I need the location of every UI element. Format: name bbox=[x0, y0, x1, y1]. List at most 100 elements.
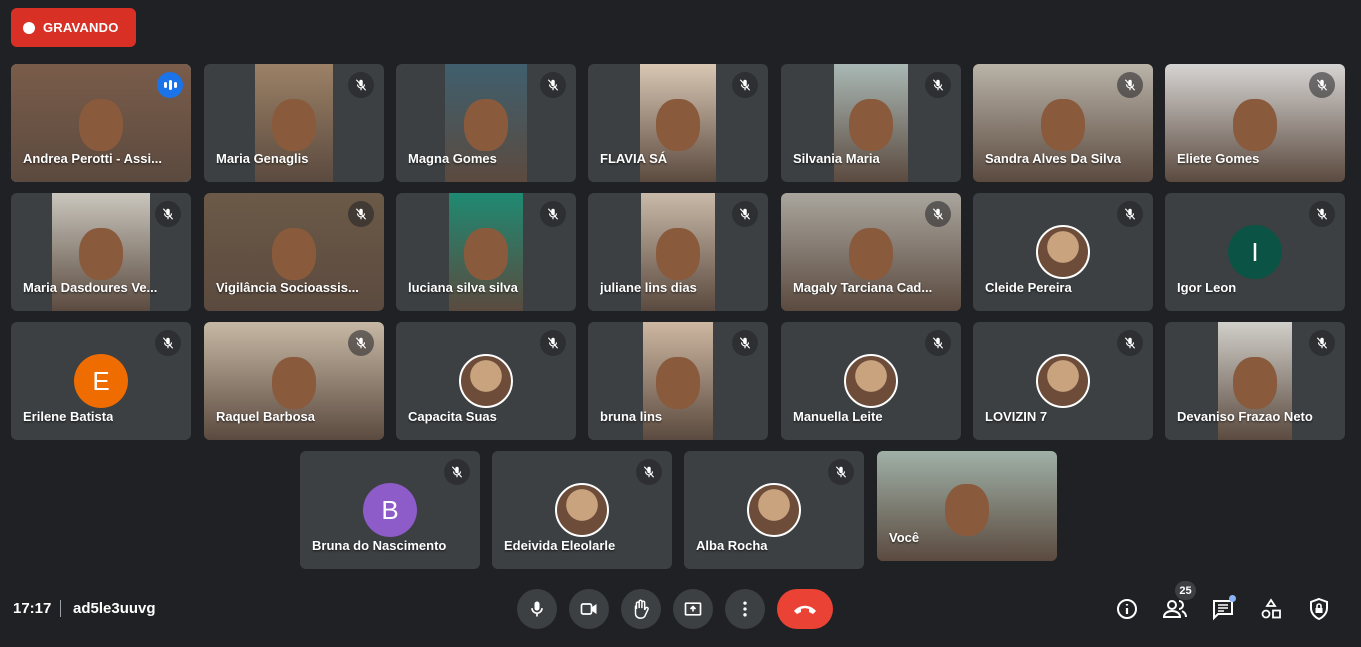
participant-name: Devaniso Frazao Neto bbox=[1177, 409, 1313, 424]
mic-off-icon bbox=[925, 201, 951, 227]
mic-off-icon bbox=[1117, 72, 1143, 98]
participant-tile[interactable]: bruna lins bbox=[588, 322, 768, 440]
recording-indicator: GRAVANDO bbox=[11, 8, 136, 47]
participant-name: Vigilância Socioassis... bbox=[216, 280, 359, 295]
participant-tile[interactable]: Magna Gomes bbox=[396, 64, 576, 182]
participant-tile[interactable]: LOVIZIN 7 bbox=[973, 322, 1153, 440]
person-silhouette bbox=[656, 99, 700, 152]
participant-name: Erilene Batista bbox=[23, 409, 114, 424]
participant-name: Raquel Barbosa bbox=[216, 409, 315, 424]
participant-name: bruna lins bbox=[600, 409, 663, 424]
participant-tile[interactable]: Vigilância Socioassis... bbox=[204, 193, 384, 311]
participant-name: Magaly Tarciana Cad... bbox=[793, 280, 933, 295]
recording-dot-icon bbox=[23, 21, 35, 34]
present-button[interactable] bbox=[673, 589, 713, 629]
participant-tile[interactable]: Alba Rocha bbox=[684, 451, 864, 569]
mic-off-icon bbox=[155, 201, 181, 227]
shapes-icon bbox=[1261, 598, 1281, 619]
avatar bbox=[555, 483, 609, 537]
mic-off-icon bbox=[732, 72, 758, 98]
participant-tile[interactable]: Eliete Gomes bbox=[1165, 64, 1345, 182]
participant-name: Sandra Alves Da Silva bbox=[985, 151, 1122, 166]
participant-name: Maria Dasdoures Ve... bbox=[23, 280, 158, 295]
participant-tile[interactable]: Maria Dasdoures Ve... bbox=[11, 193, 191, 311]
participant-name: Manuella Leite bbox=[793, 409, 883, 424]
participant-name: LOVIZIN 7 bbox=[985, 409, 1048, 424]
raise-hand-button[interactable] bbox=[621, 589, 661, 629]
leave-call-button[interactable] bbox=[777, 589, 833, 629]
meeting-details-button[interactable] bbox=[1112, 594, 1142, 624]
avatar bbox=[459, 354, 513, 408]
mic-off-icon bbox=[828, 459, 854, 485]
mic-off-icon bbox=[1309, 201, 1335, 227]
mic-off-icon bbox=[925, 72, 951, 98]
avatar bbox=[1036, 354, 1090, 408]
host-controls-button[interactable] bbox=[1304, 594, 1334, 624]
participant-tile[interactable]: Andrea Perotti - Assi... bbox=[11, 64, 191, 182]
participant-name: Edeivida Eleolarle bbox=[504, 538, 616, 553]
participant-name: Alba Rocha bbox=[696, 538, 768, 553]
participant-tile[interactable]: Capacita Suas bbox=[396, 322, 576, 440]
participant-tile[interactable]: I Igor Leon bbox=[1165, 193, 1345, 311]
avatar bbox=[844, 354, 898, 408]
participant-tile[interactable]: Magaly Tarciana Cad... bbox=[781, 193, 961, 311]
participant-tile[interactable]: luciana silva silva bbox=[396, 193, 576, 311]
camera-icon bbox=[580, 603, 597, 615]
avatar: E bbox=[74, 354, 128, 408]
avatar: I bbox=[1228, 225, 1282, 279]
participant-tile[interactable]: Devaniso Frazao Neto bbox=[1165, 322, 1345, 440]
participant-name: juliane lins dias bbox=[600, 280, 697, 295]
mic-off-icon bbox=[540, 330, 566, 356]
mic-off-icon bbox=[155, 330, 181, 356]
people-icon bbox=[1162, 600, 1187, 618]
mic-off-icon bbox=[540, 72, 566, 98]
meeting-code[interactable]: ad5le3uuvg bbox=[73, 600, 156, 617]
participant-tile[interactable]: E Erilene Batista bbox=[11, 322, 191, 440]
participant-tile[interactable]: Maria Genaglis bbox=[204, 64, 384, 182]
mic-off-icon bbox=[1117, 201, 1143, 227]
microphone-button[interactable] bbox=[517, 589, 557, 629]
person-silhouette bbox=[272, 357, 316, 410]
participant-tile[interactable]: B Bruna do Nascimento bbox=[300, 451, 480, 569]
person-silhouette bbox=[464, 228, 508, 281]
lock-shield-icon bbox=[1310, 597, 1328, 621]
participant-tile[interactable]: Edeivida Eleolarle bbox=[492, 451, 672, 569]
participant-count-badge: 25 bbox=[1175, 581, 1196, 600]
participant-name: Maria Genaglis bbox=[216, 151, 309, 166]
participant-tile[interactable]: Sandra Alves Da Silva bbox=[973, 64, 1153, 182]
person-silhouette bbox=[464, 99, 508, 152]
mic-off-icon bbox=[1309, 72, 1335, 98]
participant-name: Cleide Pereira bbox=[985, 280, 1072, 295]
participant-name: Capacita Suas bbox=[408, 409, 497, 424]
mic-off-icon bbox=[348, 330, 374, 356]
recording-label: GRAVANDO bbox=[43, 20, 119, 35]
divider bbox=[60, 600, 61, 617]
more-options-button[interactable] bbox=[725, 589, 765, 629]
participant-tile[interactable]: Cleide Pereira bbox=[973, 193, 1153, 311]
activities-button[interactable] bbox=[1256, 594, 1286, 624]
participant-name: Andrea Perotti - Assi... bbox=[23, 151, 162, 166]
mic-icon bbox=[531, 601, 543, 617]
participant-name: Silvania Maria bbox=[793, 151, 880, 166]
person-silhouette bbox=[656, 357, 700, 410]
participant-name: Eliete Gomes bbox=[1177, 151, 1260, 166]
info-icon bbox=[1117, 599, 1137, 619]
person-silhouette bbox=[1041, 99, 1085, 152]
person-silhouette bbox=[272, 99, 316, 152]
mic-off-icon bbox=[444, 459, 470, 485]
participant-tile[interactable]: Silvania Maria bbox=[781, 64, 961, 182]
person-silhouette bbox=[945, 484, 989, 536]
avatar: B bbox=[363, 483, 417, 537]
camera-button[interactable] bbox=[569, 589, 609, 629]
person-silhouette bbox=[79, 99, 123, 152]
hand-icon bbox=[634, 599, 649, 619]
participant-tile[interactable]: Raquel Barbosa bbox=[204, 322, 384, 440]
participant-name: luciana silva silva bbox=[408, 280, 518, 295]
person-silhouette bbox=[849, 228, 893, 281]
participant-tile[interactable]: Você bbox=[877, 451, 1057, 561]
participant-tile[interactable]: FLAVIA SÁ bbox=[588, 64, 768, 182]
participant-tile[interactable]: Manuella Leite bbox=[781, 322, 961, 440]
mic-off-icon bbox=[540, 201, 566, 227]
participant-tile[interactable]: juliane lins dias bbox=[588, 193, 768, 311]
participant-name: Igor Leon bbox=[1177, 280, 1237, 295]
